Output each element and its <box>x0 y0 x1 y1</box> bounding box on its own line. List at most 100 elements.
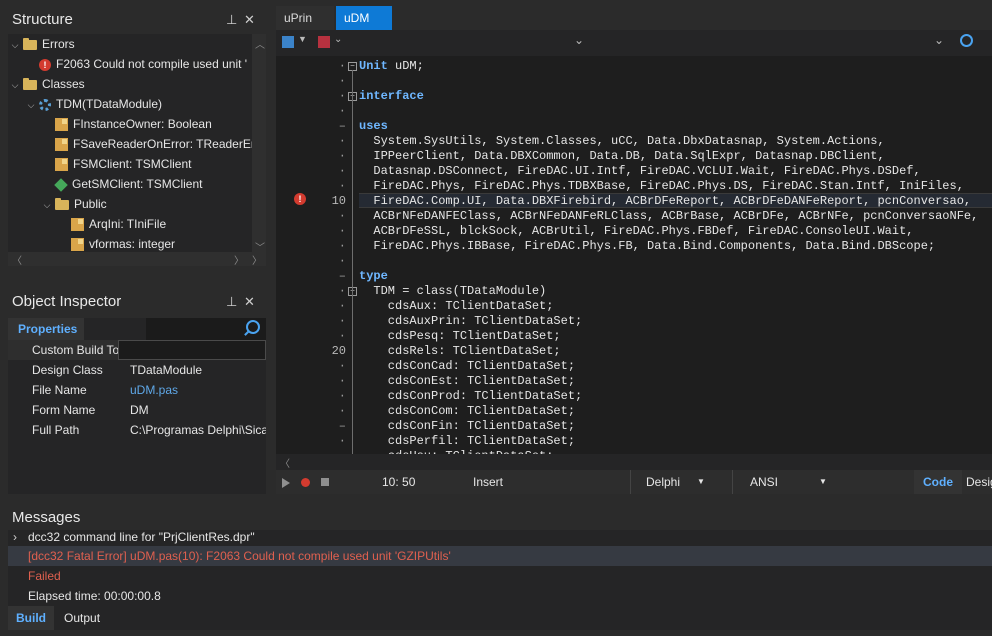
tab-build[interactable]: Build <box>8 606 54 630</box>
code-line[interactable]: uses <box>359 119 388 134</box>
line-number: 20 <box>331 344 346 358</box>
code-editor[interactable]: ! · Unit uDM; · · interface · – uses · System.Sy… <box>276 56 992 454</box>
encoding-select[interactable]: ANSI ▼ <box>732 470 831 494</box>
code-line[interactable]: System.SysUtils, System.Classes, uCC, Da… <box>359 134 884 149</box>
message-row[interactable]: Failed <box>8 566 992 586</box>
tree-item[interactable]: ⌵ Errors <box>10 34 75 54</box>
property-value[interactable]: C:\Programas Delphi\Sica <box>130 420 266 440</box>
stop-icon[interactable] <box>321 478 329 486</box>
tree-item-label: Public <box>74 197 107 211</box>
field-icon <box>55 158 68 172</box>
tree-item[interactable]: FInstanceOwner: Boolean <box>42 114 212 134</box>
editor-hscrollbar[interactable]: 〈 <box>276 454 992 470</box>
code-text: cdsConEst: TClientDataSet; <box>359 374 576 388</box>
code-line[interactable]: cdsPerfil: TClientDataSet; <box>359 434 575 449</box>
method-combo-dropdown-icon[interactable]: ⌄ <box>934 33 944 47</box>
chevron-down-icon[interactable]: ⌵ <box>42 195 52 215</box>
code-line[interactable]: cdsConCad: TClientDataSet; <box>359 359 575 374</box>
tree-item[interactable]: ⌵ Public <box>42 194 107 214</box>
code-line[interactable]: cdsConFin: TClientDataSet; <box>359 419 575 434</box>
tab-uprin[interactable]: uPrin <box>276 6 334 30</box>
tree-item[interactable]: ArqIni: TIniFile <box>58 214 166 234</box>
structure-vscrollbar[interactable]: ︿ ﹀ <box>252 34 266 254</box>
message-row-error[interactable]: [dcc32 Fatal Error] uDM.pas(10): F2063 C… <box>8 546 992 566</box>
tree-item-label: Classes <box>42 77 85 91</box>
property-value[interactable]: uDM.pas <box>130 380 266 400</box>
property-row[interactable]: Custom Build To <box>8 340 266 360</box>
structure-tree[interactable]: ⌵ Errors! F2063 Could not compile used uni… <box>8 34 266 266</box>
property-row[interactable]: File Name uDM.pas <box>8 380 266 400</box>
code-text: cdsPesq: TClientDataSet; <box>359 329 561 343</box>
code-text: TDM = class(TDataModule) <box>359 284 547 298</box>
structure-pin-icon[interactable]: ⊥ <box>226 7 237 33</box>
structure-view-dropdown-icon[interactable]: ▼ <box>298 34 307 44</box>
property-value[interactable]: DM <box>130 400 266 420</box>
tree-item[interactable]: FSaveReaderOnError: TReaderErrc <box>42 134 265 154</box>
tree-item-label: FInstanceOwner: Boolean <box>73 117 212 131</box>
tree-item[interactable]: ⌵ Classes <box>10 74 85 94</box>
tree-item[interactable]: vformas: integer <box>58 234 175 254</box>
editor-search-icon[interactable] <box>960 34 973 47</box>
code-line[interactable]: type <box>359 269 388 284</box>
code-line[interactable]: cdsRels: TClientDataSet; <box>359 344 561 359</box>
code-line[interactable]: cdsAux: TClientDataSet; <box>359 299 554 314</box>
chevron-right-icon[interactable]: › <box>13 527 17 547</box>
code-line[interactable]: cdsConProd: TClientDataSet; <box>359 389 582 404</box>
tree-item[interactable]: ! F2063 Could not compile used unit ' <box>26 54 247 74</box>
code-line[interactable]: Unit uDM; <box>359 59 424 74</box>
class-combo-dropdown-icon[interactable]: ⌄ <box>574 33 584 47</box>
structure-hscrollbar[interactable]: 〈 〉 〉 <box>8 252 266 266</box>
code-line[interactable]: IPPeerClient, Data.DBXCommon, Data.DB, D… <box>359 149 884 164</box>
tree-item-label: FSaveReaderOnError: TReaderErrc <box>73 137 265 151</box>
tab-udm[interactable]: uDM × <box>336 6 392 49</box>
property-name: File Name <box>32 383 87 397</box>
property-row[interactable]: Full Path C:\Programas Delphi\Sica <box>8 420 266 440</box>
tree-item[interactable]: GetSMClient: TSMClient <box>42 174 202 194</box>
chevron-down-icon[interactable]: ⌵ <box>26 95 36 115</box>
tab-properties[interactable]: Properties <box>8 318 84 340</box>
code-line[interactable]: interface <box>359 89 424 104</box>
tab-design[interactable]: Design <box>966 470 992 494</box>
folder-icon <box>23 77 37 90</box>
property-row[interactable]: Form Name DM <box>8 400 266 420</box>
property-name: Design Class <box>32 363 103 377</box>
chevron-down-icon[interactable]: ⌵ <box>10 75 20 95</box>
code-line[interactable]: cdsAuxPrin: TClientDataSet; <box>359 314 582 329</box>
code-line[interactable]: TDM = class(TDataModule) <box>359 284 546 299</box>
field-icon <box>71 238 84 252</box>
code-line[interactable]: ACBrNFeDANFEClass, ACBrNFeDANFeRLClass, … <box>359 209 978 224</box>
property-row[interactable]: Design Class TDataModule <box>8 360 266 380</box>
property-name: Form Name <box>32 403 96 417</box>
property-value[interactable] <box>118 340 266 360</box>
code-line[interactable]: ACBrDFeSSL, blckSock, ACBrUtil, FireDAC.… <box>359 224 913 239</box>
code-line[interactable]: cdsPesq: TClientDataSet; <box>359 329 561 344</box>
line-number: · <box>338 389 346 403</box>
bookmark-dropdown-icon[interactable]: ⌄ <box>334 34 342 45</box>
oi-close-icon[interactable]: ✕ <box>244 289 255 315</box>
structure-view-icon[interactable] <box>282 36 294 48</box>
code-text: cdsAuxPrin: TClientDataSet; <box>359 314 583 328</box>
code-line[interactable]: FireDAC.Comp.UI, Data.DBXFirebird, ACBrD… <box>359 194 971 209</box>
code-text: cdsConCad: TClientDataSet; <box>359 359 576 373</box>
code-line[interactable]: FireDAC.Phys.IBBase, FireDAC.Phys.FB, Da… <box>359 239 935 254</box>
tree-item[interactable]: ⌵ TDM(TDataModule) <box>26 94 162 114</box>
code-line[interactable]: cdsConEst: TClientDataSet; <box>359 374 575 389</box>
line-number: – <box>338 119 346 133</box>
code-line[interactable]: FireDAC.Phys, FireDAC.Phys.TDBXBase, Fir… <box>359 179 964 194</box>
message-row[interactable]: Elapsed time: 00:00:00.8 <box>8 586 992 606</box>
chevron-down-icon[interactable]: ⌵ <box>10 35 20 55</box>
code-line[interactable]: Datasnap.DSConnect, FireDAC.UI.Intf, Fir… <box>359 164 920 179</box>
keyword: Unit <box>359 59 388 73</box>
tree-item[interactable]: FSMClient: TSMClient <box>42 154 191 174</box>
tab-code[interactable]: Code <box>914 470 962 494</box>
oi-pin-icon[interactable]: ⊥ <box>226 289 237 315</box>
tab-output[interactable]: Output <box>64 606 100 630</box>
bookmark-icon[interactable] <box>318 36 330 48</box>
run-icon[interactable] <box>282 478 290 488</box>
structure-close-icon[interactable]: ✕ <box>244 7 255 33</box>
property-value[interactable]: TDataModule <box>130 360 266 380</box>
message-row[interactable]: › dcc32 command line for "PrjClientRes.d… <box>8 527 992 547</box>
code-line[interactable]: cdsConCom: TClientDataSet; <box>359 404 575 419</box>
record-icon[interactable] <box>301 478 310 487</box>
language-select[interactable]: Delphi ▼ <box>630 470 707 494</box>
